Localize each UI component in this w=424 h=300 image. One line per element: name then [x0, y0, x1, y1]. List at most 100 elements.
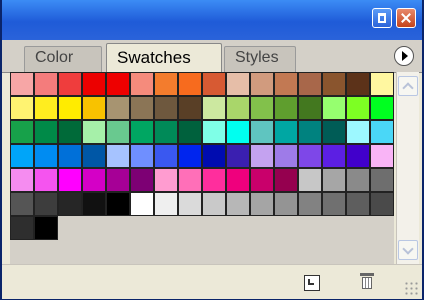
- color-swatch[interactable]: [130, 168, 154, 192]
- color-swatch[interactable]: [82, 192, 106, 216]
- color-swatch[interactable]: [10, 120, 34, 144]
- color-swatch[interactable]: [130, 72, 154, 96]
- color-swatch[interactable]: [154, 192, 178, 216]
- color-swatch[interactable]: [298, 72, 322, 96]
- color-swatch[interactable]: [322, 192, 346, 216]
- tab-swatches[interactable]: Swatches: [106, 43, 222, 73]
- color-swatch[interactable]: [178, 168, 202, 192]
- color-swatch[interactable]: [202, 96, 226, 120]
- panel-menu-button[interactable]: [394, 46, 414, 66]
- color-swatch[interactable]: [34, 96, 58, 120]
- color-swatch[interactable]: [106, 72, 130, 96]
- color-swatch[interactable]: [226, 120, 250, 144]
- color-swatch[interactable]: [274, 168, 298, 192]
- color-swatch[interactable]: [58, 192, 82, 216]
- color-swatch[interactable]: [10, 72, 34, 96]
- color-swatch[interactable]: [130, 120, 154, 144]
- color-swatch[interactable]: [178, 192, 202, 216]
- color-swatch[interactable]: [154, 96, 178, 120]
- trash-icon[interactable]: [360, 273, 374, 289]
- color-swatch[interactable]: [154, 120, 178, 144]
- color-swatch[interactable]: [250, 72, 274, 96]
- color-swatch[interactable]: [34, 72, 58, 96]
- color-swatch[interactable]: [202, 192, 226, 216]
- color-swatch[interactable]: [250, 168, 274, 192]
- color-swatch[interactable]: [202, 120, 226, 144]
- color-swatch[interactable]: [370, 96, 394, 120]
- color-swatch[interactable]: [250, 144, 274, 168]
- color-swatch[interactable]: [202, 144, 226, 168]
- color-swatch[interactable]: [178, 72, 202, 96]
- color-swatch[interactable]: [250, 192, 274, 216]
- scroll-down-button[interactable]: [398, 240, 418, 260]
- color-swatch[interactable]: [58, 96, 82, 120]
- color-swatch[interactable]: [106, 96, 130, 120]
- color-swatch[interactable]: [274, 96, 298, 120]
- color-swatch[interactable]: [226, 168, 250, 192]
- color-swatch[interactable]: [178, 96, 202, 120]
- color-swatch[interactable]: [10, 144, 34, 168]
- color-swatch[interactable]: [58, 72, 82, 96]
- color-swatch[interactable]: [82, 72, 106, 96]
- color-swatch[interactable]: [130, 96, 154, 120]
- minimize-button[interactable]: [372, 8, 392, 28]
- color-swatch[interactable]: [370, 192, 394, 216]
- color-swatch[interactable]: [226, 96, 250, 120]
- color-swatch[interactable]: [154, 168, 178, 192]
- color-swatch[interactable]: [34, 120, 58, 144]
- color-swatch[interactable]: [82, 96, 106, 120]
- color-swatch[interactable]: [250, 96, 274, 120]
- color-swatch[interactable]: [346, 120, 370, 144]
- color-swatch[interactable]: [370, 72, 394, 96]
- color-swatch[interactable]: [322, 168, 346, 192]
- color-swatch[interactable]: [130, 144, 154, 168]
- color-swatch[interactable]: [298, 168, 322, 192]
- color-swatch[interactable]: [106, 120, 130, 144]
- color-swatch[interactable]: [298, 144, 322, 168]
- color-swatch[interactable]: [82, 120, 106, 144]
- new-swatch-icon[interactable]: [304, 275, 320, 291]
- color-swatch[interactable]: [226, 192, 250, 216]
- color-swatch[interactable]: [106, 168, 130, 192]
- color-swatch[interactable]: [154, 144, 178, 168]
- color-swatch[interactable]: [178, 120, 202, 144]
- color-swatch[interactable]: [274, 192, 298, 216]
- color-swatch[interactable]: [10, 192, 34, 216]
- color-swatch[interactable]: [322, 96, 346, 120]
- color-swatch[interactable]: [202, 168, 226, 192]
- tab-styles[interactable]: Styles: [224, 46, 296, 72]
- color-swatch[interactable]: [34, 144, 58, 168]
- color-swatch[interactable]: [370, 144, 394, 168]
- color-swatch[interactable]: [34, 168, 58, 192]
- color-swatch[interactable]: [322, 120, 346, 144]
- color-swatch[interactable]: [370, 120, 394, 144]
- color-swatch[interactable]: [58, 168, 82, 192]
- color-swatch[interactable]: [370, 168, 394, 192]
- tab-color[interactable]: Color: [24, 46, 102, 72]
- color-swatch[interactable]: [202, 72, 226, 96]
- color-swatch[interactable]: [34, 192, 58, 216]
- close-button[interactable]: [396, 8, 416, 28]
- color-swatch[interactable]: [226, 144, 250, 168]
- color-swatch[interactable]: [346, 96, 370, 120]
- scroll-up-button[interactable]: [398, 76, 418, 96]
- vertical-scrollbar[interactable]: [396, 72, 419, 264]
- color-swatch[interactable]: [274, 72, 298, 96]
- color-swatch[interactable]: [82, 168, 106, 192]
- color-swatch[interactable]: [178, 144, 202, 168]
- color-swatch[interactable]: [10, 216, 34, 240]
- color-swatch[interactable]: [34, 216, 58, 240]
- color-swatch[interactable]: [58, 120, 82, 144]
- color-swatch[interactable]: [346, 72, 370, 96]
- resize-grip[interactable]: [404, 281, 418, 295]
- color-swatch[interactable]: [10, 96, 34, 120]
- color-swatch[interactable]: [250, 120, 274, 144]
- color-swatch[interactable]: [82, 144, 106, 168]
- color-swatch[interactable]: [58, 144, 82, 168]
- color-swatch[interactable]: [226, 72, 250, 96]
- color-swatch[interactable]: [106, 144, 130, 168]
- color-swatch[interactable]: [298, 192, 322, 216]
- color-swatch[interactable]: [130, 192, 154, 216]
- color-swatch[interactable]: [322, 144, 346, 168]
- color-swatch[interactable]: [346, 168, 370, 192]
